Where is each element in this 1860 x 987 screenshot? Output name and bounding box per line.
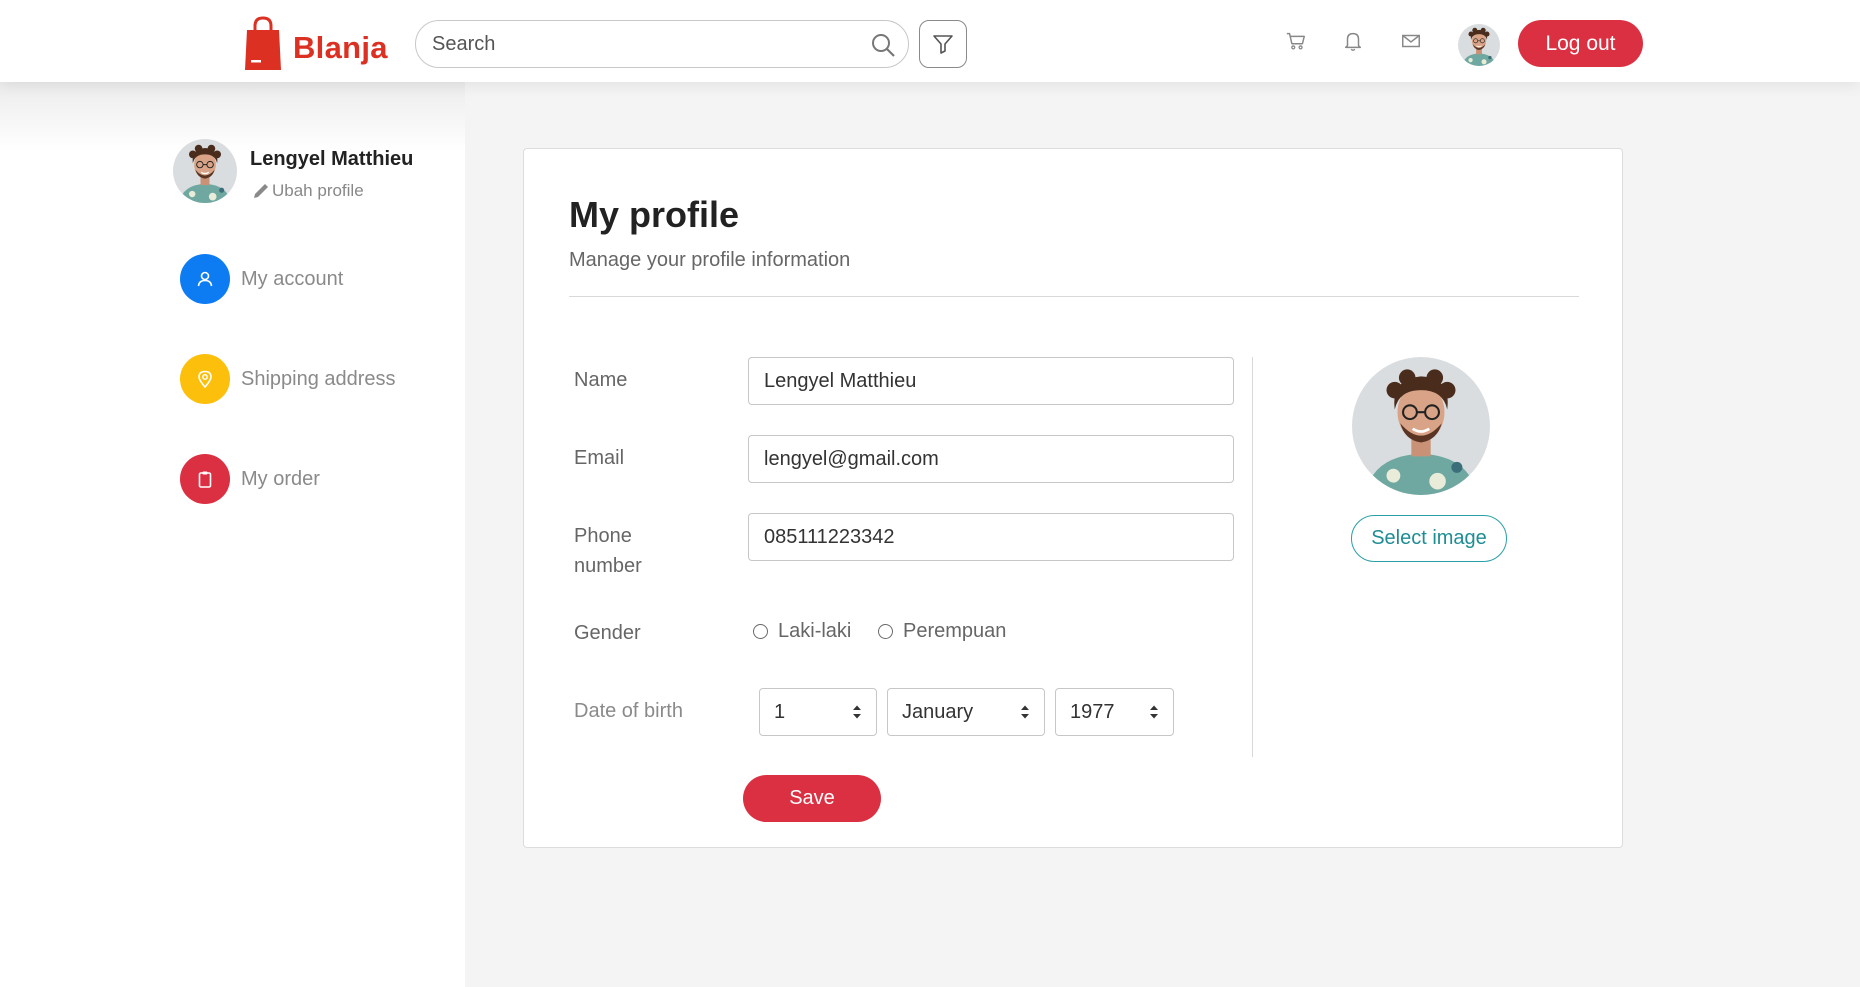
sidebar-item-label: My order [241,467,320,490]
filter-icon [933,35,953,54]
avatar-image [1458,24,1500,66]
radio-dot[interactable] [878,624,893,639]
edit-profile-link[interactable]: Ubah profile [250,180,364,202]
vertical-divider [1252,357,1253,757]
profile-avatar [1352,357,1490,495]
gender-radio-laki-laki[interactable]: Laki-laki [753,620,851,643]
name-label: Name [574,369,628,391]
shipping-address-circle [180,354,230,404]
sidebar: Lengyel Matthieu Ubah profile My account… [0,82,465,987]
avatar[interactable] [1458,24,1500,66]
search-input[interactable] [416,21,836,67]
radio-dot[interactable] [753,624,768,639]
email-field[interactable] [748,435,1234,483]
brand-logo[interactable]: Blanja [243,16,388,72]
dob-label: Date of birth [574,700,683,722]
search-icon[interactable] [870,32,896,58]
clipboard-icon [198,471,212,488]
dob-day-select[interactable]: 1 [759,688,877,736]
location-pin-icon [198,370,212,389]
shopping-bag-icon [245,16,281,70]
dob-year-value: 1977 [1070,701,1115,723]
phone-field[interactable] [748,513,1234,561]
select-arrows-icon [1021,705,1029,719]
sidebar-user-name: Lengyel Matthieu [250,148,414,170]
dob-month-select[interactable]: January [887,688,1045,736]
divider [569,296,1579,297]
mail-icon [1402,34,1420,48]
filter-button[interactable] [919,20,967,68]
dob-month-value: January [902,701,974,723]
save-button[interactable]: Save [743,775,881,822]
select-arrows-icon [853,705,861,719]
select-image-button[interactable]: Select image [1351,515,1507,562]
dob-year-select[interactable]: 1977 [1055,688,1174,736]
phone-label: Phone number [574,525,642,577]
radio-label: Laki-laki [778,620,852,642]
sidebar-item-my-account[interactable]: My account [180,254,343,304]
messages-button[interactable] [1399,29,1423,53]
select-arrows-icon [1150,705,1158,719]
sidebar-item-shipping-address[interactable]: Shipping address [180,354,396,404]
notifications-button[interactable] [1341,29,1365,53]
email-label: Email [574,447,625,469]
avatar-image [1352,357,1490,495]
my-account-circle [180,254,230,304]
avatar-image [173,139,237,203]
page-subtitle: Manage your profile information [569,249,851,271]
pencil-icon [254,184,268,198]
dob-day-value: 1 [774,701,786,723]
bell-icon [1344,32,1362,51]
cart-button[interactable] [1284,29,1308,53]
search-bar [415,20,909,68]
sidebar-item-my-order[interactable]: My order [180,454,320,504]
name-field[interactable] [748,357,1234,405]
user-icon [197,271,213,287]
top-navbar: Blanja Log out [0,0,1860,82]
brand-name: Blanja [293,30,388,65]
sidebar-item-label: My account [241,267,344,290]
radio-label: Perempuan [903,620,1007,642]
edit-profile-label: Ubah profile [272,181,364,200]
logout-button[interactable]: Log out [1518,20,1643,67]
page-title: My profile [569,194,740,235]
my-order-circle [180,454,230,504]
profile-card: My profile Manage your profile informati… [523,148,1623,848]
gender-label: Gender [574,622,641,644]
sidebar-item-label: Shipping address [241,367,396,390]
sidebar-avatar [173,139,237,203]
gender-radio-perempuan[interactable]: Perempuan [878,620,1006,643]
cart-icon [1286,32,1305,50]
